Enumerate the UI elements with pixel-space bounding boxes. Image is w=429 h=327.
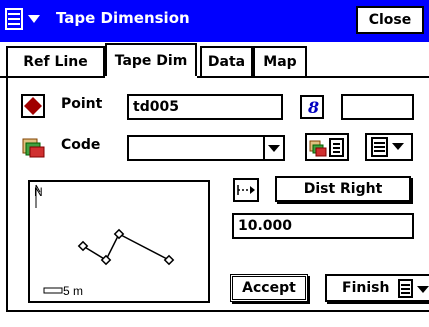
window-menu-button[interactable]	[4, 8, 48, 32]
point-description-field[interactable]	[341, 94, 414, 120]
code-menu-button[interactable]	[365, 133, 413, 161]
menu-icon	[371, 137, 404, 157]
map-point	[163, 254, 175, 266]
panel-border	[6, 310, 429, 312]
point-label: Point	[61, 96, 103, 112]
accept-button[interactable]: Accept	[230, 274, 308, 302]
window-title: Tape Dimension	[56, 9, 190, 27]
point-list-button[interactable]: 8	[300, 95, 324, 119]
scale-bar	[43, 287, 63, 294]
close-button[interactable]: Close	[356, 6, 424, 34]
tape-line-path	[82, 232, 170, 262]
dist-right-button[interactable]: Dist Right	[275, 176, 411, 202]
code-dropdown[interactable]	[127, 135, 285, 161]
menu-icon	[5, 8, 40, 30]
map-point	[77, 240, 89, 252]
map-point	[100, 254, 112, 266]
attributes-icon	[309, 138, 344, 157]
north-label: N	[34, 185, 43, 199]
active-tab-gap	[105, 76, 197, 78]
finish-button[interactable]: Finish	[325, 274, 429, 302]
scale-label: 5 m	[63, 284, 83, 298]
map-point	[113, 228, 125, 240]
tab-map[interactable]: Map	[253, 46, 307, 76]
distance-field[interactable]: 10.000	[232, 213, 414, 239]
menu-icon	[398, 279, 429, 298]
point-list-icon: 8	[307, 98, 319, 117]
arrow-right-icon	[237, 185, 255, 195]
svg-text:8: 8	[307, 98, 319, 117]
tab-tape-dim[interactable]: Tape Dim	[105, 43, 197, 77]
point-field[interactable]: td005	[127, 94, 283, 120]
chevron-down-icon[interactable]	[263, 135, 285, 161]
tab-ref-line[interactable]: Ref Line	[6, 46, 105, 76]
code-label: Code	[61, 137, 101, 153]
map-preview[interactable]: N 5 m	[28, 180, 210, 303]
finish-label: Finish	[342, 280, 390, 296]
tab-data[interactable]: Data	[200, 46, 253, 76]
distance-direction-button[interactable]	[233, 178, 259, 202]
panel-border	[6, 76, 8, 312]
distance-value: 10.000	[238, 218, 293, 234]
point-value: td005	[133, 99, 179, 115]
code-library-icon[interactable]	[21, 135, 47, 159]
point-type-icon[interactable]	[21, 94, 45, 118]
tab-strip-line	[0, 76, 429, 78]
code-attributes-button[interactable]	[305, 133, 349, 161]
